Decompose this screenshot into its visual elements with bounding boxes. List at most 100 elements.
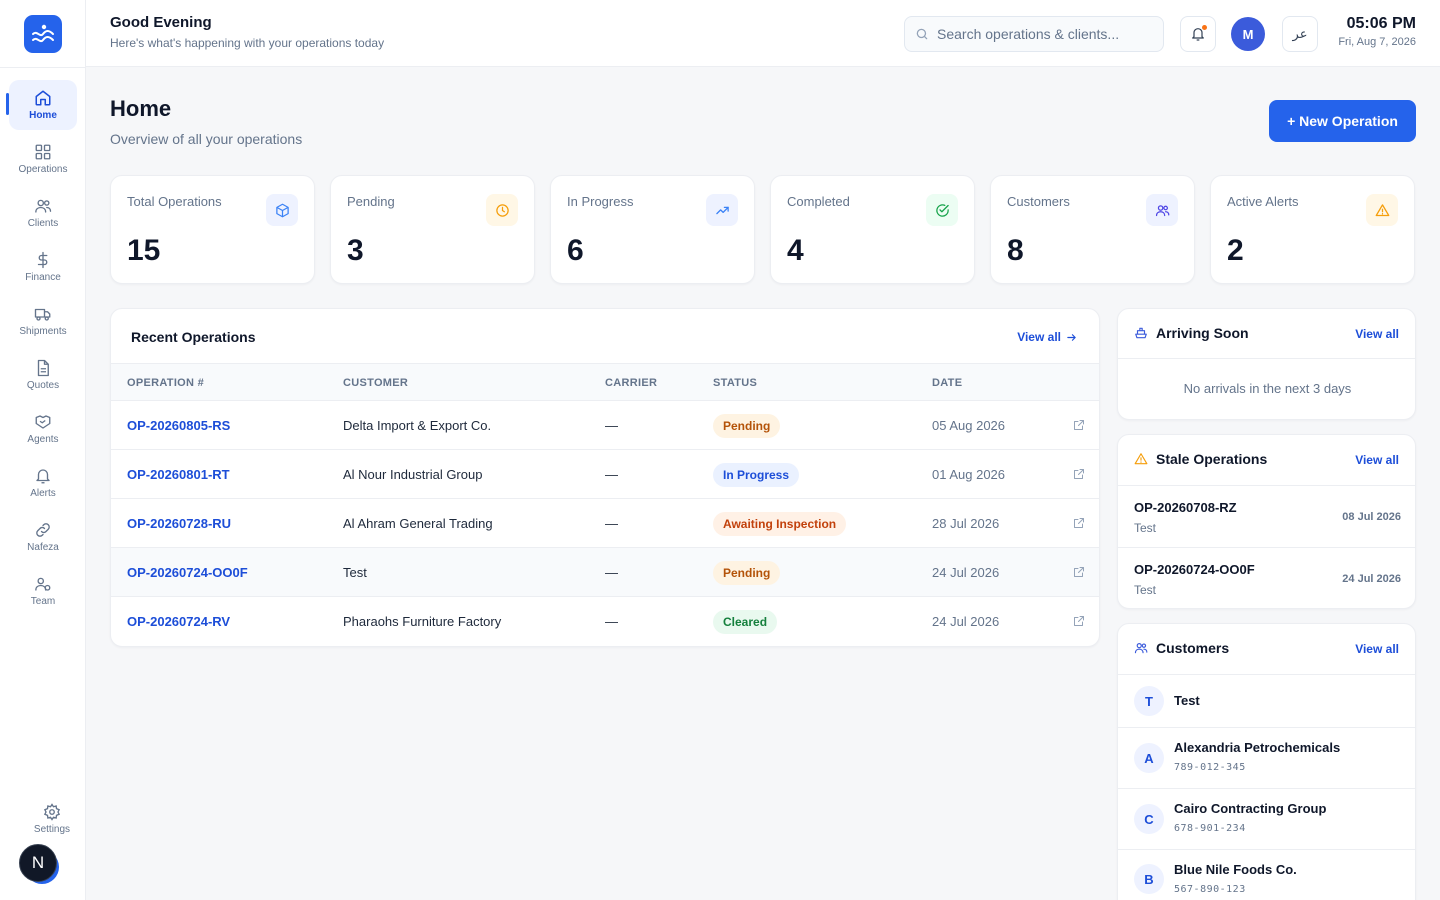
truck-icon <box>34 308 51 321</box>
notifications-button[interactable] <box>1180 16 1216 52</box>
stat-value: 6 <box>567 234 584 267</box>
view-all-link[interactable]: View all <box>1355 453 1399 467</box>
stale-item[interactable]: OP-20260708-RZ Test 08 Jul 2026 <box>1118 486 1415 548</box>
stat-label: Total Operations <box>127 194 222 209</box>
view-all-link[interactable]: View all <box>1355 642 1399 656</box>
table-row[interactable]: OP-20260724-OO0F Test — Pending 24 Jul 2… <box>111 548 1099 597</box>
panel-title: Recent Operations <box>131 329 256 345</box>
stat-icon-wrap <box>486 194 518 226</box>
operation-number[interactable]: OP-20260728-RU <box>127 516 231 531</box>
customers-panel: Customers View all T Test A Alexandria P… <box>1117 623 1416 900</box>
stat-value: 4 <box>787 234 804 267</box>
external-link-icon[interactable] <box>1073 419 1085 431</box>
stat-card-pending[interactable]: Pending 3 <box>330 175 535 284</box>
panel-title: Arriving Soon <box>1156 325 1249 341</box>
sidebar-item-settings[interactable]: Settings <box>18 794 86 844</box>
stat-card-in-progress[interactable]: In Progress 6 <box>550 175 755 284</box>
panel-title: Customers <box>1156 640 1230 656</box>
stat-label: Pending <box>347 194 395 209</box>
customer-phone: 567-890-123 <box>1174 884 1246 895</box>
sidebar-item-label: Quotes <box>26 379 60 391</box>
external-link-icon[interactable] <box>1073 566 1085 578</box>
status-badge: Pending <box>713 414 781 438</box>
sidebar-item-label: Operations <box>18 163 68 175</box>
view-all-link[interactable]: View all <box>1017 330 1077 344</box>
customer-avatar: T <box>1134 686 1164 716</box>
sidebar-item-agents[interactable]: Agents <box>9 404 77 454</box>
sidebar-item-label: Shipments <box>19 325 67 337</box>
sidebar-item-finance[interactable]: Finance <box>9 242 77 292</box>
customer-name: Test <box>1174 693 1200 708</box>
check-circle-icon <box>935 203 949 217</box>
clock-icon <box>495 203 509 217</box>
customer-item[interactable]: B Blue Nile Foods Co. 567-890-123 <box>1118 850 1415 900</box>
table-row[interactable]: OP-20260724-RV Pharaohs Furniture Factor… <box>111 597 1099 646</box>
operation-date: 24 Jul 2026 <box>932 614 1000 629</box>
sidebar-item-quotes[interactable]: Quotes <box>9 350 77 400</box>
sidebar-item-operations[interactable]: Operations <box>9 134 77 184</box>
trending-up-icon <box>715 206 729 214</box>
sidebar-item-label: Team <box>30 595 56 607</box>
notification-dot <box>1202 25 1207 30</box>
table-row[interactable]: OP-20260801-RT Al Nour Industrial Group … <box>111 450 1099 499</box>
recent-operations-panel: Recent Operations View all OPERATION # C… <box>110 308 1100 647</box>
status-badge: Awaiting Inspection <box>713 512 847 536</box>
user-avatar[interactable]: M <box>1231 17 1265 51</box>
customer-name: Al Ahram General Trading <box>343 516 493 531</box>
app-logo[interactable] <box>24 15 62 53</box>
search-box[interactable] <box>904 16 1164 52</box>
clock: 05:06 PM Fri, Aug 7, 2026 <box>1338 15 1416 48</box>
stat-value: 3 <box>347 234 364 267</box>
home-icon <box>35 90 51 105</box>
table-row[interactable]: OP-20260805-RS Delta Import & Export Co.… <box>111 401 1099 450</box>
external-link-icon[interactable] <box>1073 468 1085 480</box>
sidebar-item-clients[interactable]: Clients <box>9 188 77 238</box>
customer-item[interactable]: C Cairo Contracting Group 678-901-234 <box>1118 789 1415 849</box>
column-header: CUSTOMER <box>343 377 409 389</box>
sidebar-item-nafeza[interactable]: Nafeza <box>9 512 77 562</box>
stat-card-total-operations[interactable]: Total Operations 15 <box>110 175 315 284</box>
sidebar-item-alerts[interactable]: Alerts <box>9 458 77 508</box>
stat-card-customers[interactable]: Customers 8 <box>990 175 1195 284</box>
customer-item[interactable]: A Alexandria Petrochemicals 789-012-345 <box>1118 728 1415 788</box>
settings-label: Settings <box>33 823 71 835</box>
column-header: STATUS <box>713 377 758 389</box>
sidebar-item-label: Finance <box>25 271 61 283</box>
sidebar-item-shipments[interactable]: Shipments <box>9 296 77 346</box>
carrier: — <box>605 467 618 482</box>
warning-icon <box>1375 203 1389 216</box>
language-toggle[interactable]: عر <box>1282 16 1318 52</box>
operation-number[interactable]: OP-20260801-RT <box>127 467 230 482</box>
arriving-soon-panel: Arriving Soon View all No arrivals in th… <box>1117 308 1416 420</box>
new-operation-button[interactable]: + New Operation <box>1269 100 1416 142</box>
stale-operation-number: OP-20260708-RZ <box>1134 500 1237 515</box>
external-link-icon[interactable] <box>1073 615 1085 627</box>
grid-icon <box>35 144 51 159</box>
panel-header: Stale Operations <box>1134 451 1267 467</box>
stat-card-active-alerts[interactable]: Active Alerts 2 <box>1210 175 1415 284</box>
sidebar-item-label: Nafeza <box>27 541 59 553</box>
search-input[interactable] <box>937 26 1147 42</box>
operation-number[interactable]: OP-20260805-RS <box>127 418 230 433</box>
users-icon <box>1134 643 1148 654</box>
customer-name: Delta Import & Export Co. <box>343 418 492 433</box>
stat-card-completed[interactable]: Completed 4 <box>770 175 975 284</box>
carrier: — <box>605 418 618 433</box>
view-all-link[interactable]: View all <box>1355 327 1399 341</box>
search-icon <box>916 28 928 40</box>
operation-number[interactable]: OP-20260724-RV <box>127 614 230 629</box>
customer-item[interactable]: T Test <box>1118 675 1415 727</box>
ship-icon <box>1135 327 1147 339</box>
sidebar-item-home[interactable]: Home <box>6 80 77 130</box>
customer-avatar: A <box>1134 743 1164 773</box>
external-link-icon[interactable] <box>1073 517 1085 529</box>
dev-badge[interactable]: N <box>19 844 59 884</box>
warning-icon <box>1134 453 1148 465</box>
table-row[interactable]: OP-20260728-RU Al Ahram General Trading … <box>111 499 1099 548</box>
operation-number[interactable]: OP-20260724-OO0F <box>127 565 248 580</box>
stale-item[interactable]: OP-20260724-OO0F Test 24 Jul 2026 <box>1118 548 1415 608</box>
customer-name: Cairo Contracting Group <box>1174 801 1327 816</box>
sidebar-item-team[interactable]: Team <box>9 566 77 616</box>
carrier: — <box>605 516 618 531</box>
customer-avatar: C <box>1134 804 1164 834</box>
